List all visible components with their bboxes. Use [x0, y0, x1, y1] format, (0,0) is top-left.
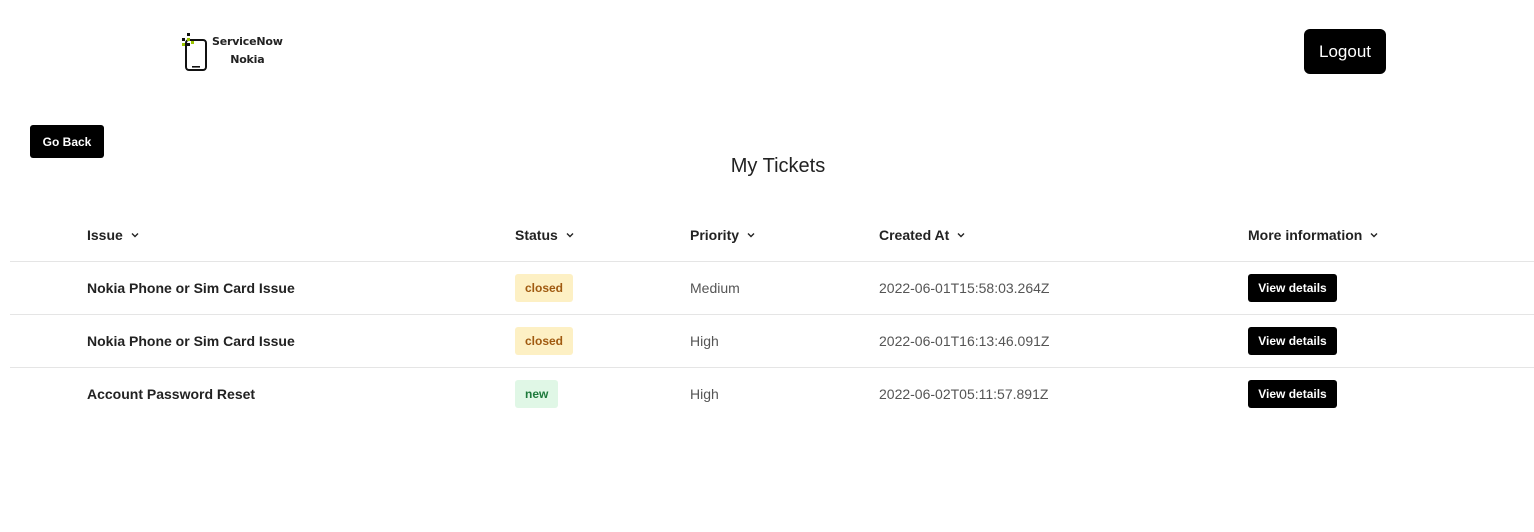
- go-back-button[interactable]: Go Back: [30, 125, 104, 158]
- column-header-issue[interactable]: Issue: [87, 208, 139, 261]
- priority-cell: Medium: [690, 280, 740, 296]
- column-header-status[interactable]: Status: [515, 208, 574, 261]
- created-at-cell: 2022-06-01T15:58:03.264Z: [879, 280, 1050, 296]
- created-at-cell: 2022-06-01T16:13:46.091Z: [879, 333, 1050, 349]
- brand-logo[interactable]: ServiceNow Nokia: [180, 30, 283, 72]
- priority-cell: High: [690, 333, 719, 349]
- column-header-more-information[interactable]: More information: [1248, 208, 1378, 261]
- status-badge: new: [515, 380, 559, 408]
- column-header-created-at[interactable]: Created At: [879, 208, 965, 261]
- chevron-down-icon: [1370, 232, 1378, 237]
- issue-cell: Nokia Phone or Sim Card Issue: [87, 333, 295, 349]
- view-details-button[interactable]: View details: [1248, 327, 1337, 355]
- table-row: Nokia Phone or Sim Card Issue closed Hig…: [10, 314, 1534, 367]
- chevron-down-icon: [566, 232, 574, 237]
- created-at-cell: 2022-06-02T05:11:57.891Z: [879, 386, 1049, 402]
- issue-cell: Nokia Phone or Sim Card Issue: [87, 280, 295, 296]
- brand-line-2: Nokia: [230, 53, 265, 66]
- table-row: Account Password Reset new High 2022-06-…: [10, 367, 1534, 420]
- table-row: Nokia Phone or Sim Card Issue closed Med…: [10, 261, 1534, 314]
- brand-line-1: ServiceNow: [212, 35, 283, 48]
- view-details-button[interactable]: View details: [1248, 274, 1337, 302]
- issue-cell: Account Password Reset: [87, 386, 256, 402]
- view-details-button[interactable]: View details: [1248, 380, 1337, 408]
- column-header-priority[interactable]: Priority: [690, 208, 755, 261]
- priority-cell: High: [690, 386, 719, 402]
- status-badge: closed: [515, 327, 574, 355]
- status-badge: closed: [515, 274, 574, 302]
- logout-button[interactable]: Logout: [1304, 29, 1386, 74]
- page-title: My Tickets: [730, 155, 826, 177]
- chevron-down-icon: [747, 232, 755, 237]
- table-header: Issue Status Priority Created At More in…: [10, 208, 1534, 261]
- page: ServiceNow Nokia Logout Go Back My Ticke…: [0, 0, 1534, 532]
- phone-logo-icon: [180, 30, 208, 72]
- chevron-down-icon: [131, 232, 139, 237]
- tickets-table: Issue Status Priority Created At More in…: [10, 208, 1534, 420]
- chevron-down-icon: [957, 232, 965, 237]
